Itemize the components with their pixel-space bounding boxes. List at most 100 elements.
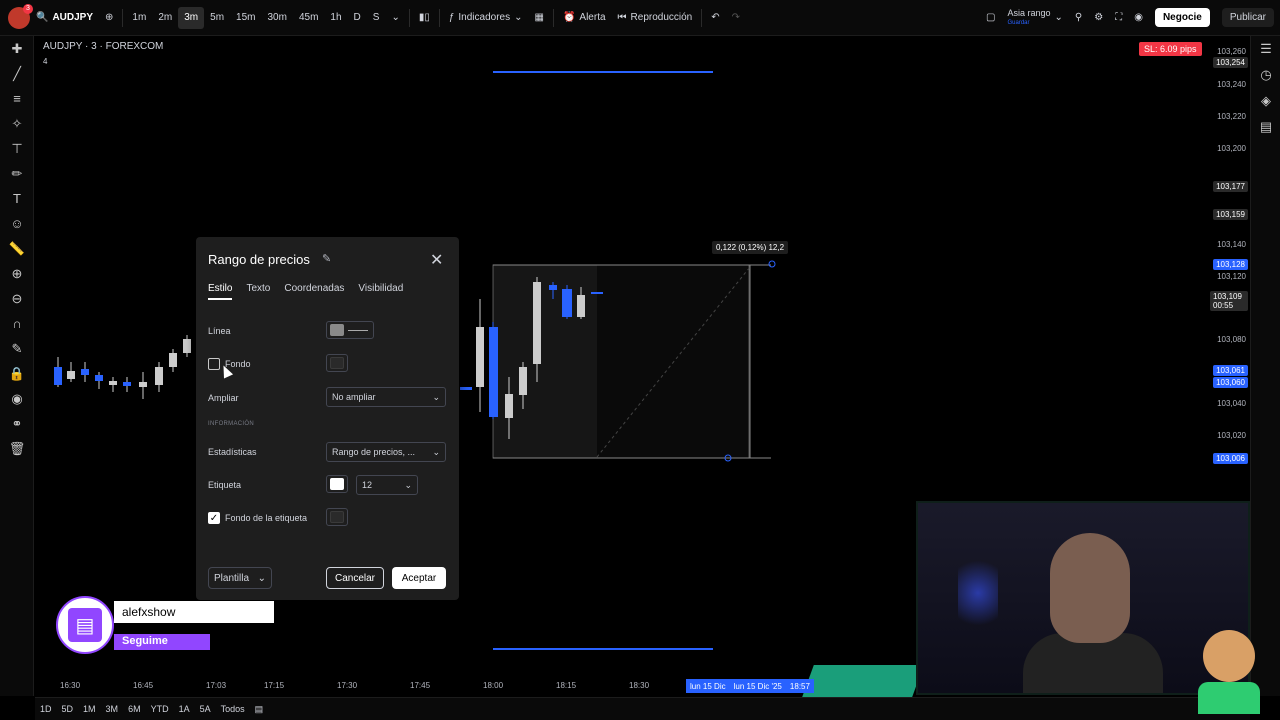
goto-date-button[interactable]: ▤ [250, 704, 269, 715]
eye-icon: ◉ [11, 390, 23, 406]
magnifier-icon: ⚲ [1074, 12, 1083, 23]
publish-button-wrap: Publicar [1216, 0, 1280, 36]
user-avatar[interactable]: 3 [8, 3, 33, 29]
tf-15m[interactable]: 15m [230, 0, 261, 36]
template-dropdown[interactable]: Plantilla ⌄ [208, 567, 272, 589]
emoji-tool[interactable]: ☺ [0, 211, 34, 236]
stay-drawing-tool[interactable]: ✎ [0, 336, 34, 361]
layout-name[interactable]: Asia rango Guardar ⌄ [1002, 0, 1069, 36]
price-label: 103,080 [1217, 335, 1246, 344]
top-toolbar: 3 🔍 AUDJPY ⊕ 1m 2m 3m 5m 15m 30m 45m 1h … [0, 0, 1280, 36]
range-5a[interactable]: 5A [195, 704, 216, 714]
hide-tool[interactable]: ◉ [0, 386, 34, 411]
tf-1h[interactable]: 1h [324, 0, 347, 36]
stats-dropdown[interactable]: Rango de precios, ... ⌄ [326, 442, 446, 462]
time-label: 17:15 [264, 681, 285, 690]
range-handle-top[interactable] [768, 260, 776, 268]
crosshair-icon: ✚ [11, 40, 23, 56]
watchlist-button[interactable]: ☰ [1251, 36, 1280, 62]
range-all[interactable]: Todos [216, 704, 250, 714]
text-tool[interactable]: T [0, 186, 34, 211]
list-icon: ☰ [1260, 41, 1272, 56]
line-label: Línea [208, 326, 231, 336]
range-1a[interactable]: 1A [174, 704, 195, 714]
stats-label: Estadísticas [208, 447, 257, 457]
undo-button[interactable]: ↶ [705, 0, 725, 36]
range-6m[interactable]: 6M [123, 704, 146, 714]
compare-button[interactable]: ⊕ [99, 0, 119, 36]
lock-tool[interactable]: 🔒 [0, 361, 34, 386]
link-tool[interactable]: ⚭ [0, 411, 34, 436]
label-size-dropdown[interactable]: 12 ⌄ [356, 475, 418, 495]
fullscreen-button[interactable]: ⛶ [1109, 0, 1128, 36]
range-1m[interactable]: 1M [78, 704, 101, 714]
tf-3m[interactable]: 3m [178, 6, 205, 29]
tab-style[interactable]: Estilo [208, 283, 233, 300]
time-label: 18:15 [556, 681, 577, 690]
symbol-search[interactable]: 🔍 AUDJPY [30, 0, 99, 36]
background-color-swatch [330, 357, 344, 369]
alert-button[interactable]: ⏰ Alerta [557, 0, 612, 36]
date-tag-start: lun 15 Dic [690, 681, 726, 691]
tf-1m[interactable]: 1m [126, 0, 152, 36]
measure-label: 0,122 (0,12%) 12,2 [712, 241, 789, 254]
quick-search-button[interactable]: ⚲ [1069, 0, 1088, 36]
rename-button[interactable]: ✎ [322, 252, 331, 265]
tf-2m[interactable]: 2m [152, 0, 178, 36]
label-background-color-picker[interactable] [326, 508, 348, 526]
magnet-tool[interactable]: ∩ [0, 311, 34, 336]
range-1d[interactable]: 1D [35, 704, 57, 714]
layout-name-label: Asia rango [1007, 7, 1051, 18]
tab-coordinates[interactable]: Coordenadas [284, 283, 344, 300]
fib-tool[interactable]: ≡ [0, 86, 34, 111]
snapshot-button[interactable]: ◉ [1128, 0, 1149, 36]
zoom-out-tool[interactable]: ⊖ [0, 286, 34, 311]
range-3m[interactable]: 3M [101, 704, 124, 714]
tf-s[interactable]: S [367, 0, 386, 36]
trade-button[interactable]: Negocie [1154, 8, 1210, 27]
tf-45m[interactable]: 45m [293, 0, 324, 36]
delete-tool[interactable]: 🗑 [0, 436, 34, 461]
templates-button[interactable]: ▦ [529, 0, 550, 36]
layout-button[interactable]: ▢ [980, 0, 1001, 36]
publish-button[interactable]: Publicar [1221, 8, 1274, 27]
trash-icon: 🗑 [8, 440, 26, 456]
projection-tool[interactable]: ⊤ [0, 136, 34, 161]
cancel-button[interactable]: Cancelar [326, 567, 384, 589]
close-button[interactable]: ✕ [430, 250, 443, 270]
tab-visibility[interactable]: Visibilidad [358, 283, 403, 300]
tf-30m[interactable]: 30m [262, 0, 293, 36]
zoom-in-tool[interactable]: ⊕ [0, 261, 34, 286]
replay-button[interactable]: ⏮ Reproducción [612, 0, 699, 36]
close-icon: ✕ [430, 252, 444, 269]
settings-button[interactable]: ⚙ [1088, 0, 1109, 36]
indicators-button[interactable]: ƒ Indicadores ⌄ [443, 0, 529, 36]
extend-dropdown[interactable]: No ampliar ⌄ [326, 387, 446, 407]
tf-5m[interactable]: 5m [204, 0, 230, 36]
label-color-picker[interactable] [326, 475, 348, 493]
range-ytd[interactable]: YTD [146, 704, 174, 714]
redo-button[interactable]: ↷ [726, 0, 746, 36]
ruler-tool[interactable]: 📏 [0, 236, 34, 261]
time-label: 18:00 [483, 681, 504, 690]
search-icon: 🔍 [36, 12, 49, 23]
chart-type-button[interactable]: ▮▯ [413, 0, 436, 36]
accept-button[interactable]: Aceptar [392, 567, 446, 589]
tf-d[interactable]: D [348, 0, 367, 36]
timeframe-dropdown[interactable]: ⌄ [385, 0, 405, 36]
range-5d[interactable]: 5D [57, 704, 79, 714]
chat-button[interactable]: ▤ [1251, 114, 1280, 140]
pattern-tool[interactable]: ✧ [0, 111, 34, 136]
tab-text[interactable]: Texto [246, 283, 270, 300]
line-style-picker[interactable] [326, 321, 374, 339]
layers-button[interactable]: ◈ [1251, 88, 1280, 114]
crosshair-tool[interactable]: ✚ [0, 36, 34, 61]
background-color-picker[interactable] [326, 354, 348, 372]
alerts-button[interactable]: ◷ [1251, 62, 1280, 88]
brush-tool[interactable]: ✏ [0, 161, 34, 186]
label-background-checkbox[interactable]: ✓ [208, 512, 220, 524]
trendline-tool[interactable]: ╱ [0, 61, 34, 86]
info-section-header: INFORMACIÓN [208, 421, 254, 427]
lock-icon: 🔒 [8, 365, 26, 381]
time-label: 18:30 [629, 681, 650, 690]
